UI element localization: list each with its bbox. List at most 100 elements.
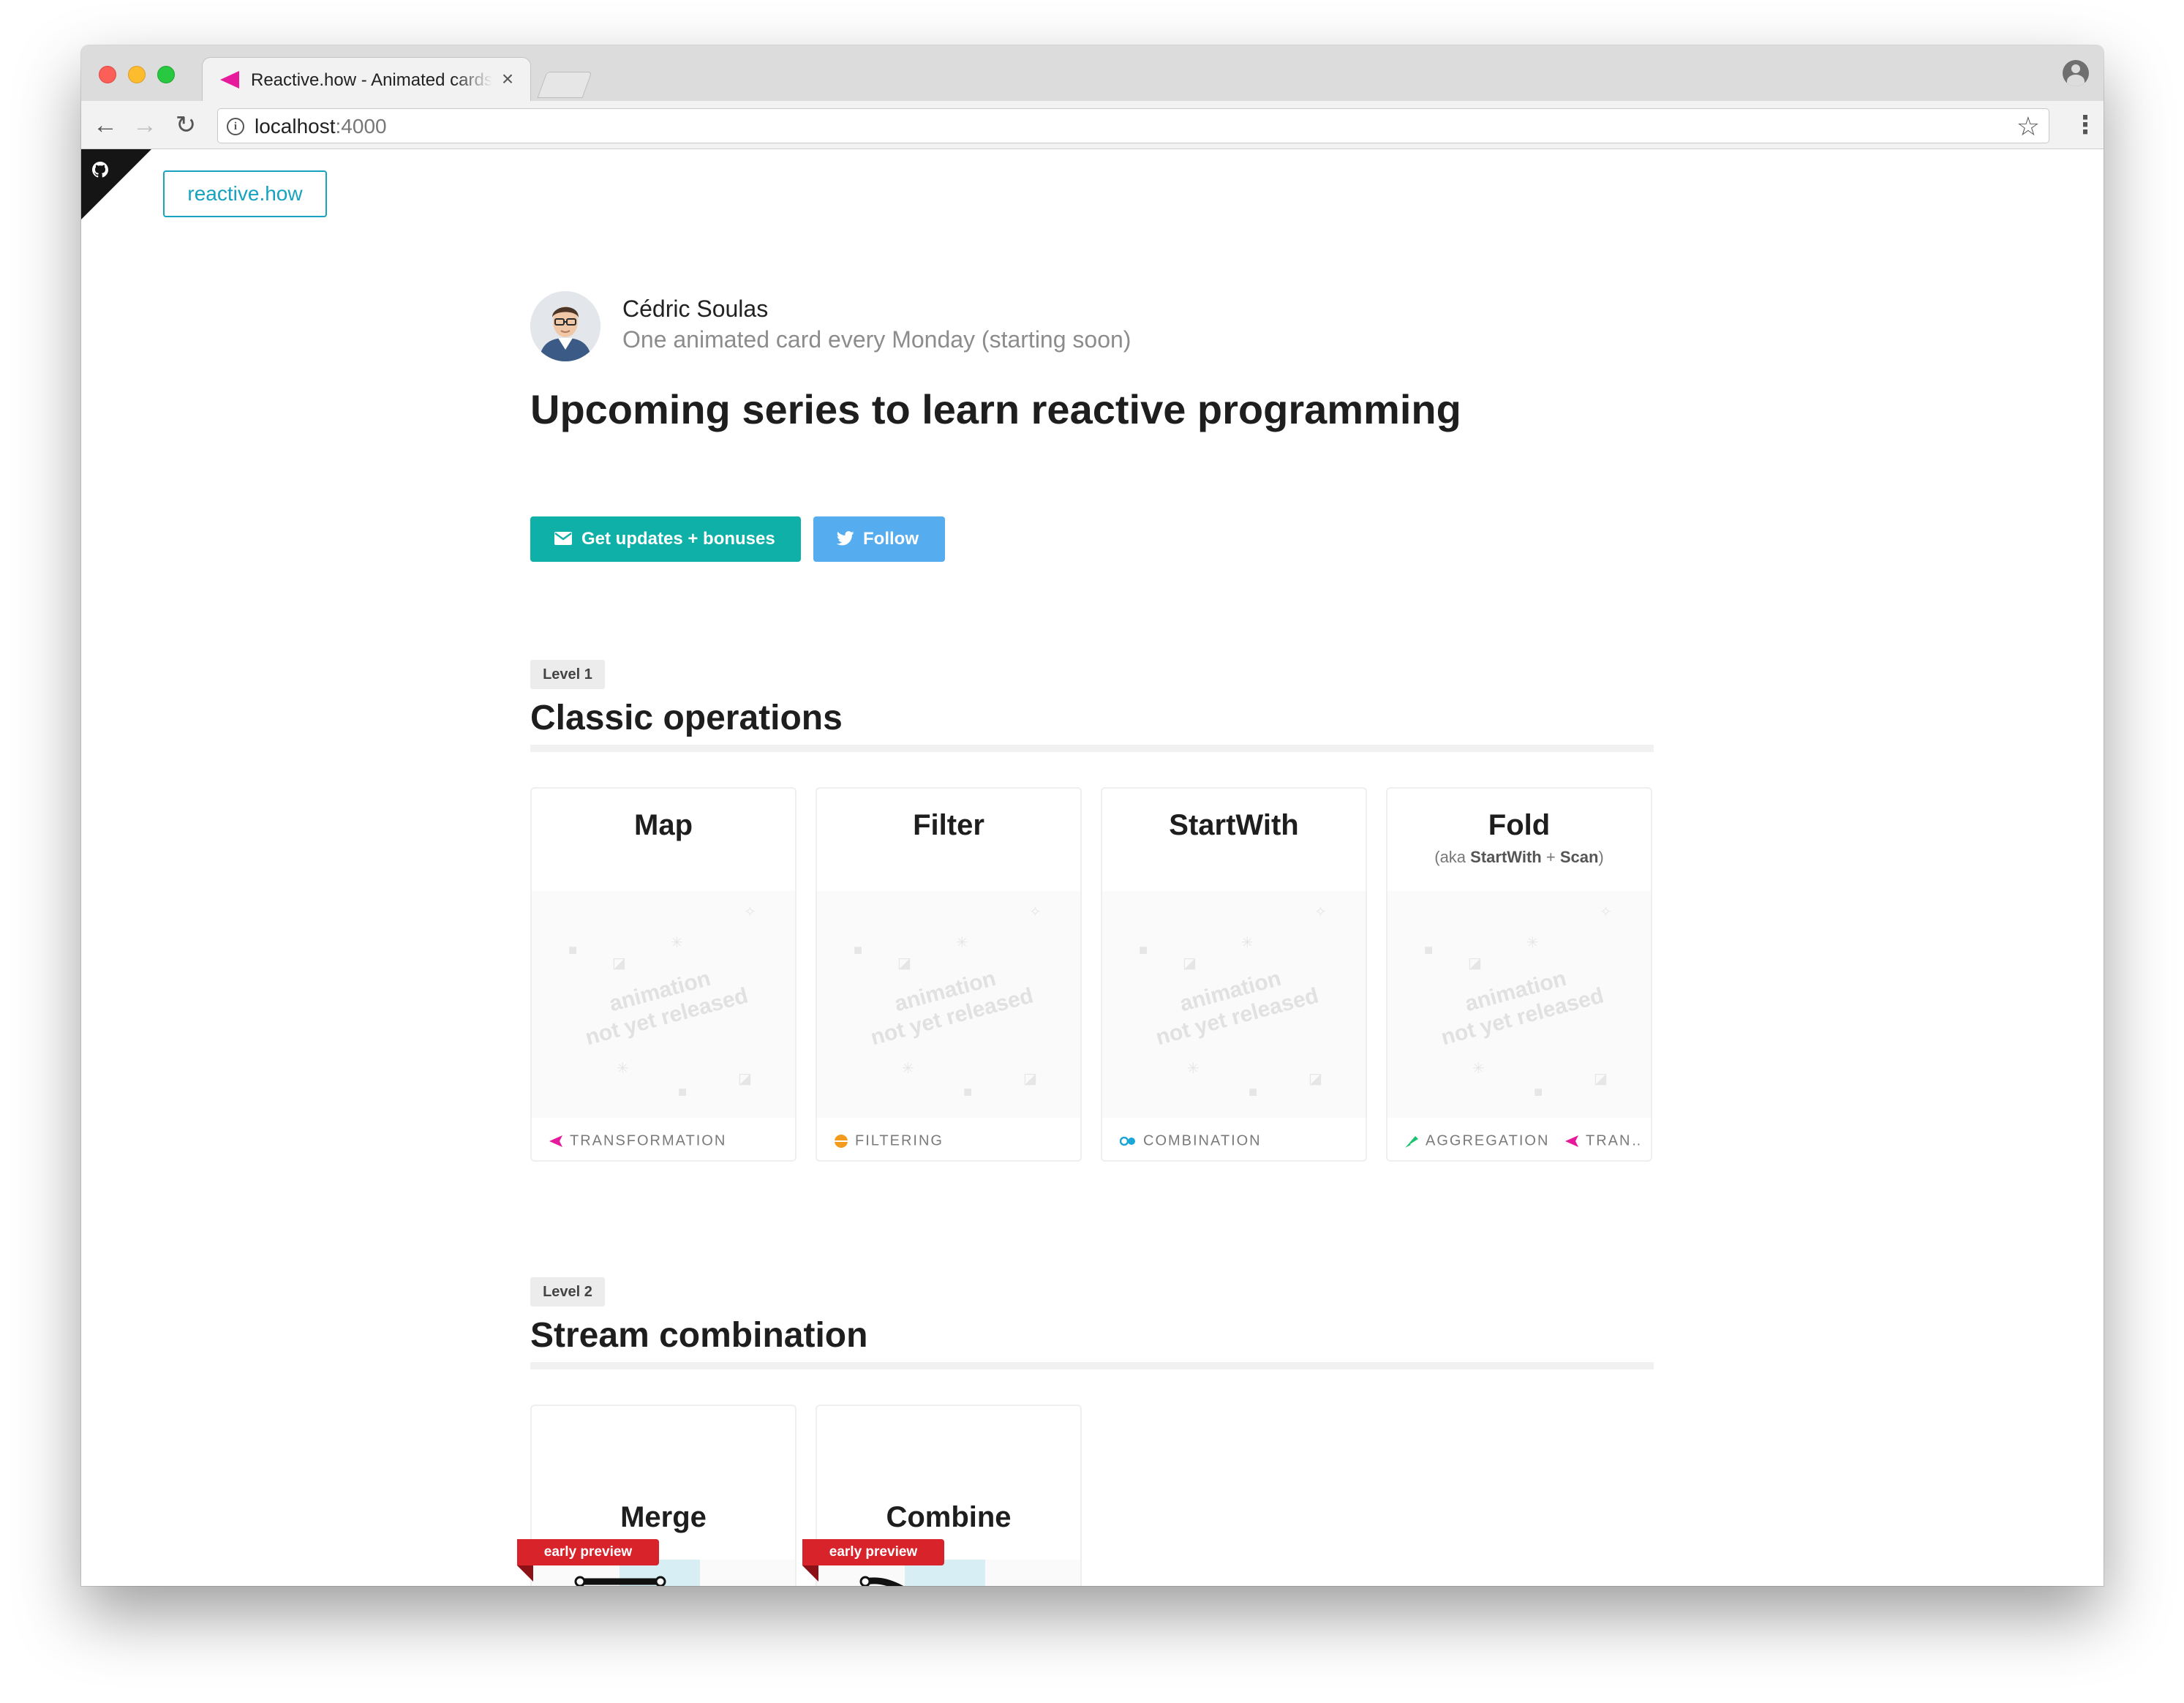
browser-menu-icon[interactable]: ⋮ <box>2073 111 2098 139</box>
animation-placeholder-text: animation not yet released <box>1146 958 1321 1052</box>
animation-placeholder: ■ ◪ ✳ ✧ ✳ ■ ◪ animation not yet released <box>1102 891 1366 1118</box>
sparkle-icon: ◪ <box>1308 1071 1322 1087</box>
card-startwith[interactable]: StartWith ■ ◪ ✳ ✧ ✳ ■ ◪ animation not ye… <box>1101 787 1367 1162</box>
sparkle-icon: ✳ <box>956 935 968 951</box>
card-title: Merge <box>620 1501 707 1533</box>
profile-icon[interactable] <box>2063 60 2089 86</box>
animation-placeholder: ■ ◪ ✳ ✧ ✳ ■ ◪ animation not yet released <box>1387 891 1651 1118</box>
minimize-window-button[interactable] <box>128 66 146 83</box>
level-badge: Level 2 <box>530 1277 605 1307</box>
transformation-icon <box>1564 1135 1578 1147</box>
sparkle-icon: ■ <box>1139 942 1148 958</box>
sparkle-icon: ✧ <box>1314 904 1327 920</box>
section-title: Classic operations <box>530 699 843 737</box>
tag-label: TRANSFORMATION <box>570 1132 727 1149</box>
tab-title: Reactive.how - Animated cards <box>251 70 492 90</box>
envelope-icon <box>554 532 572 545</box>
sparkle-icon: ■ <box>1534 1084 1543 1100</box>
aka-plus: + <box>1541 848 1560 866</box>
twitter-follow-button[interactable]: Follow <box>813 516 945 562</box>
section-divider <box>530 1362 1654 1369</box>
reactive-favicon-icon <box>220 71 239 89</box>
sparkle-icon: ✧ <box>1029 904 1042 920</box>
page-title: Upcoming series to learn reactive progra… <box>530 386 1461 432</box>
github-icon <box>92 162 108 178</box>
url-text[interactable]: localhost:4000 <box>255 115 387 138</box>
aka-prefix: (aka <box>1434 848 1471 866</box>
site-info-icon[interactable]: i <box>227 118 244 135</box>
animation-placeholder-text: animation not yet released <box>576 958 750 1052</box>
get-updates-button[interactable]: Get updates + bonuses <box>530 516 801 562</box>
early-preview-ribbon: early preview <box>517 1539 659 1565</box>
early-preview-ribbon: early preview <box>802 1539 944 1565</box>
new-tab-button[interactable] <box>537 72 592 98</box>
twitter-bird-icon <box>837 531 854 546</box>
sparkle-icon: ■ <box>1249 1084 1258 1100</box>
animation-placeholder: ■ ◪ ✳ ✧ ✳ ■ ◪ animation not yet released <box>532 891 795 1118</box>
sparkle-icon: ■ <box>1424 942 1434 958</box>
close-window-button[interactable] <box>99 66 116 83</box>
sparkle-icon: ✳ <box>617 1061 629 1077</box>
transformation-icon <box>549 1135 562 1147</box>
follow-label: Follow <box>863 529 919 549</box>
animation-placeholder-text: animation not yet released <box>1431 958 1606 1052</box>
card-title: Map <box>634 809 693 841</box>
ribbon-fold <box>517 1565 533 1582</box>
maximize-window-button[interactable] <box>157 66 175 83</box>
browser-tab-active[interactable]: Reactive.how - Animated cards × <box>202 57 531 101</box>
card-aka: (aka StartWith + Scan) <box>1387 847 1651 868</box>
sparkle-icon: ✳ <box>1241 935 1254 951</box>
url-host: localhost <box>255 115 336 138</box>
aggregation-icon <box>1405 1135 1418 1148</box>
sparkle-icon: ■ <box>963 1084 973 1100</box>
sparkle-icon: ◪ <box>612 955 626 971</box>
sparkle-icon: ◪ <box>1183 955 1197 971</box>
sparkle-icon: ✧ <box>744 904 756 920</box>
github-corner-link[interactable] <box>81 149 151 219</box>
section-divider <box>530 745 1654 752</box>
sparkle-icon: ■ <box>678 1084 688 1100</box>
bookmark-star-icon[interactable]: ☆ <box>2017 112 2040 141</box>
sparkle-icon: ■ <box>568 942 578 958</box>
browser-toolbar: ← → ↻ i localhost:4000 ☆ ⋮ <box>81 101 2104 149</box>
sparkle-icon: ◪ <box>1023 1071 1037 1087</box>
tag-label: TRAN… <box>1585 1132 1642 1149</box>
level-badge: Level 1 <box>530 660 605 689</box>
card-title: Filter <box>913 809 984 841</box>
author-name: Cédric Soulas <box>622 296 769 322</box>
card-fold[interactable]: Fold (aka StartWith + Scan) ■ ◪ ✳ ✧ ✳ ■ … <box>1386 787 1652 1162</box>
avatar <box>530 291 600 361</box>
sparkle-icon: ✳ <box>902 1061 914 1077</box>
sparkle-icon: ◪ <box>897 955 911 971</box>
card-tags: COMBINATION <box>1120 1129 1357 1151</box>
sparkle-icon: ■ <box>854 942 863 958</box>
combination-icon <box>1120 1136 1135 1146</box>
brand-link[interactable]: reactive.how <box>163 170 327 217</box>
sparkle-icon: ◪ <box>1468 955 1482 971</box>
get-updates-label: Get updates + bonuses <box>581 529 775 549</box>
animation-placeholder: ■ ◪ ✳ ✧ ✳ ■ ◪ animation not yet released <box>817 891 1080 1118</box>
card-title: StartWith <box>1169 809 1299 841</box>
card-title: Combine <box>886 1501 1012 1533</box>
forward-arrow-icon[interactable]: → <box>131 111 159 139</box>
sparkle-icon: ◪ <box>738 1071 752 1087</box>
reload-icon[interactable]: ↻ <box>172 111 200 139</box>
address-bar[interactable]: i localhost:4000 ☆ <box>217 108 2049 143</box>
ribbon-fold <box>802 1565 818 1582</box>
tab-close-icon[interactable]: × <box>497 68 519 90</box>
tag-label: COMBINATION <box>1143 1132 1262 1149</box>
card-tags: AGGREGATION TRAN… <box>1405 1129 1642 1151</box>
back-arrow-icon[interactable]: ← <box>91 111 119 139</box>
sparkle-icon: ✳ <box>1472 1061 1485 1077</box>
card-map[interactable]: Map ■ ◪ ✳ ✧ ✳ ■ ◪ animation not yet rele… <box>530 787 797 1162</box>
tag-label: AGGREGATION <box>1426 1132 1550 1149</box>
card-tags: FILTERING <box>835 1129 1072 1151</box>
page-viewport: reactive.how Cédric Soulas One animated … <box>81 149 2104 1586</box>
author-tagline: One animated card every Monday (starting… <box>622 326 1131 353</box>
sparkle-icon: ✳ <box>671 935 683 951</box>
sparkle-icon: ◪ <box>1594 1071 1608 1087</box>
card-filter[interactable]: Filter ■ ◪ ✳ ✧ ✳ ■ ◪ animation not yet r… <box>816 787 1082 1162</box>
card-tags: TRANSFORMATION <box>549 1129 786 1151</box>
sparkle-icon: ✳ <box>1187 1061 1200 1077</box>
tag-label: FILTERING <box>855 1132 944 1149</box>
